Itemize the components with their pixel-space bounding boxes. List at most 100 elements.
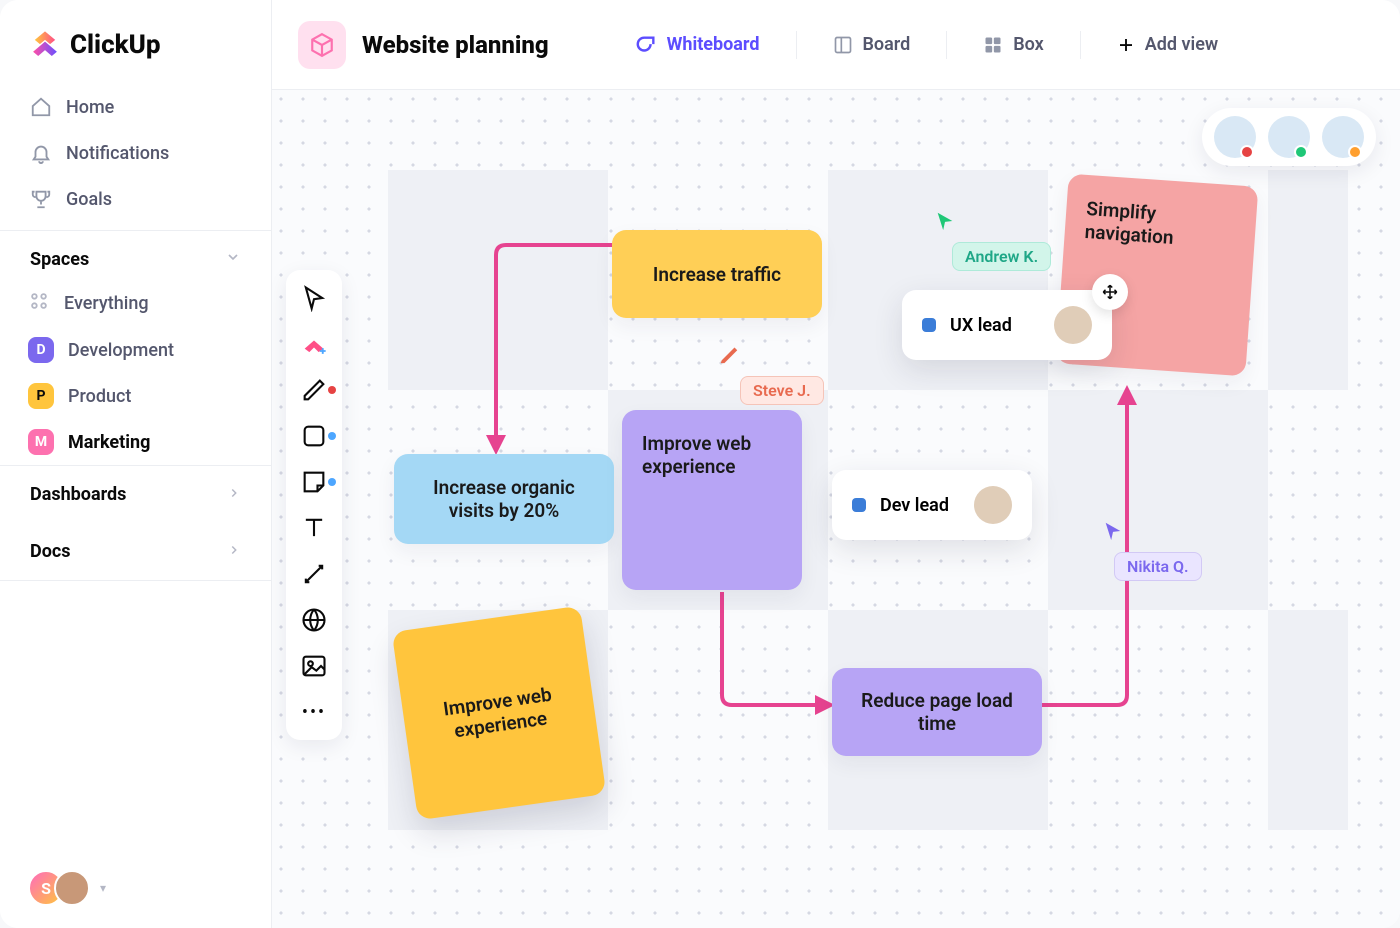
space-development[interactable]: D Development	[0, 327, 271, 373]
grid-dots-icon	[28, 290, 50, 317]
main-area: Website planning Whiteboard Board Box Ad…	[272, 0, 1400, 928]
globe-icon	[300, 606, 328, 634]
tool-select[interactable]	[300, 284, 328, 312]
move-handle[interactable]	[1092, 274, 1128, 310]
user-avatar-photo	[54, 870, 90, 906]
move-icon	[1101, 283, 1119, 301]
sidebar: ClickUp Home Notifications Goals Spaces …	[0, 0, 272, 928]
whiteboard-label: Whiteboard	[667, 34, 760, 55]
separator	[1080, 31, 1081, 59]
card-dev-lead[interactable]: Dev lead	[832, 470, 1032, 540]
card-ux-lead[interactable]: UX lead	[902, 290, 1112, 360]
whiteboard-canvas[interactable]: ••• Increase traffic Increase organic vi…	[272, 90, 1400, 928]
cube-icon	[309, 32, 335, 58]
presence-user-1[interactable]	[1214, 116, 1256, 158]
docs-section[interactable]: Docs	[0, 523, 271, 580]
node-improve-web-1[interactable]: Improve web experience	[622, 410, 802, 590]
caret-down-icon: ▾	[100, 881, 106, 895]
cursor-tag-andrew: Andrew K.	[952, 242, 1051, 271]
home-icon	[30, 96, 52, 118]
spaces-header[interactable]: Spaces	[0, 230, 271, 280]
view-board[interactable]: Board	[823, 26, 921, 63]
nav-home-label: Home	[66, 97, 114, 118]
image-icon	[300, 652, 328, 680]
tool-connector[interactable]	[300, 560, 328, 588]
brand-name: ClickUp	[70, 30, 161, 60]
tool-web[interactable]	[300, 606, 328, 634]
card-ux-label: UX lead	[950, 315, 1012, 336]
board-icon	[833, 35, 853, 55]
nav-goals[interactable]: Goals	[16, 176, 255, 222]
cursor-tag-steve: Steve J.	[740, 376, 824, 405]
chevron-right-icon	[227, 541, 241, 562]
whiteboard-icon	[635, 34, 657, 56]
mkt-label: Marketing	[68, 432, 150, 453]
node-improve-web-2[interactable]: Improve web experience	[392, 606, 607, 821]
sidebar-user[interactable]: S ▾	[0, 848, 271, 928]
board-label: Board	[863, 34, 911, 55]
canvas-toolbar: •••	[286, 270, 342, 740]
tool-shape[interactable]	[300, 422, 328, 450]
separator	[946, 31, 947, 59]
spaces-label: Spaces	[30, 249, 89, 270]
space-product[interactable]: P Product	[0, 373, 271, 419]
mkt-badge: M	[28, 429, 54, 455]
view-whiteboard[interactable]: Whiteboard	[625, 26, 770, 64]
node-organic-visits[interactable]: Increase organic visits by 20%	[394, 454, 614, 544]
tool-more[interactable]: •••	[300, 698, 328, 726]
space-marketing[interactable]: M Marketing	[0, 419, 271, 465]
box-icon	[983, 35, 1003, 55]
avatar	[1054, 306, 1092, 344]
dev-label: Development	[68, 340, 174, 361]
status-blue-icon	[852, 498, 866, 512]
view-box[interactable]: Box	[973, 26, 1054, 63]
card-dev-label: Dev lead	[880, 495, 949, 516]
node-increase-traffic[interactable]: Increase traffic	[612, 230, 822, 318]
cursor-tag-nikita: Nikita Q.	[1114, 552, 1202, 581]
presence-bar[interactable]	[1202, 108, 1376, 166]
dots-icon: •••	[302, 702, 326, 723]
tool-image[interactable]	[300, 652, 328, 680]
everything-label: Everything	[64, 293, 149, 314]
presence-user-3[interactable]	[1322, 116, 1364, 158]
chevron-down-icon	[225, 249, 241, 270]
tool-text[interactable]	[300, 514, 328, 542]
nav-goals-label: Goals	[66, 189, 112, 210]
page-icon-box[interactable]	[298, 21, 346, 69]
pen-icon	[300, 376, 328, 404]
dashboards-section[interactable]: Dashboards	[0, 465, 271, 523]
add-view-label: Add view	[1145, 34, 1218, 55]
prod-badge: P	[28, 383, 54, 409]
nav-home[interactable]: Home	[16, 84, 255, 130]
node-reduce-load[interactable]: Reduce page load time	[832, 668, 1042, 756]
docs-label: Docs	[30, 541, 70, 562]
dev-badge: D	[28, 337, 54, 363]
presence-user-2[interactable]	[1268, 116, 1310, 158]
box-label: Box	[1013, 34, 1044, 55]
tool-clickup[interactable]	[300, 330, 328, 358]
tool-pen[interactable]	[300, 376, 328, 404]
status-blue-icon	[922, 318, 936, 332]
pointer-icon	[300, 284, 328, 312]
clickup-plus-icon	[300, 330, 328, 358]
separator	[796, 31, 797, 59]
space-everything[interactable]: Everything	[0, 280, 271, 327]
plus-icon	[1117, 36, 1135, 54]
connector-icon	[300, 560, 328, 588]
add-view[interactable]: Add view	[1107, 26, 1228, 63]
trophy-icon	[30, 188, 52, 210]
square-icon	[300, 422, 328, 450]
avatar	[974, 486, 1012, 524]
dashboards-label: Dashboards	[30, 484, 126, 505]
cursor-andrew	[934, 210, 956, 236]
nav-notif-label: Notifications	[66, 143, 169, 164]
sticky-note-icon	[300, 468, 328, 496]
topbar: Website planning Whiteboard Board Box Ad…	[272, 0, 1400, 90]
clickup-logo-icon	[28, 28, 62, 62]
brand-logo[interactable]: ClickUp	[0, 0, 271, 84]
cursor-steve	[718, 342, 740, 368]
bell-icon	[30, 142, 52, 164]
nav-notifications[interactable]: Notifications	[16, 130, 255, 176]
tool-sticky[interactable]	[300, 468, 328, 496]
prod-label: Product	[68, 386, 131, 407]
